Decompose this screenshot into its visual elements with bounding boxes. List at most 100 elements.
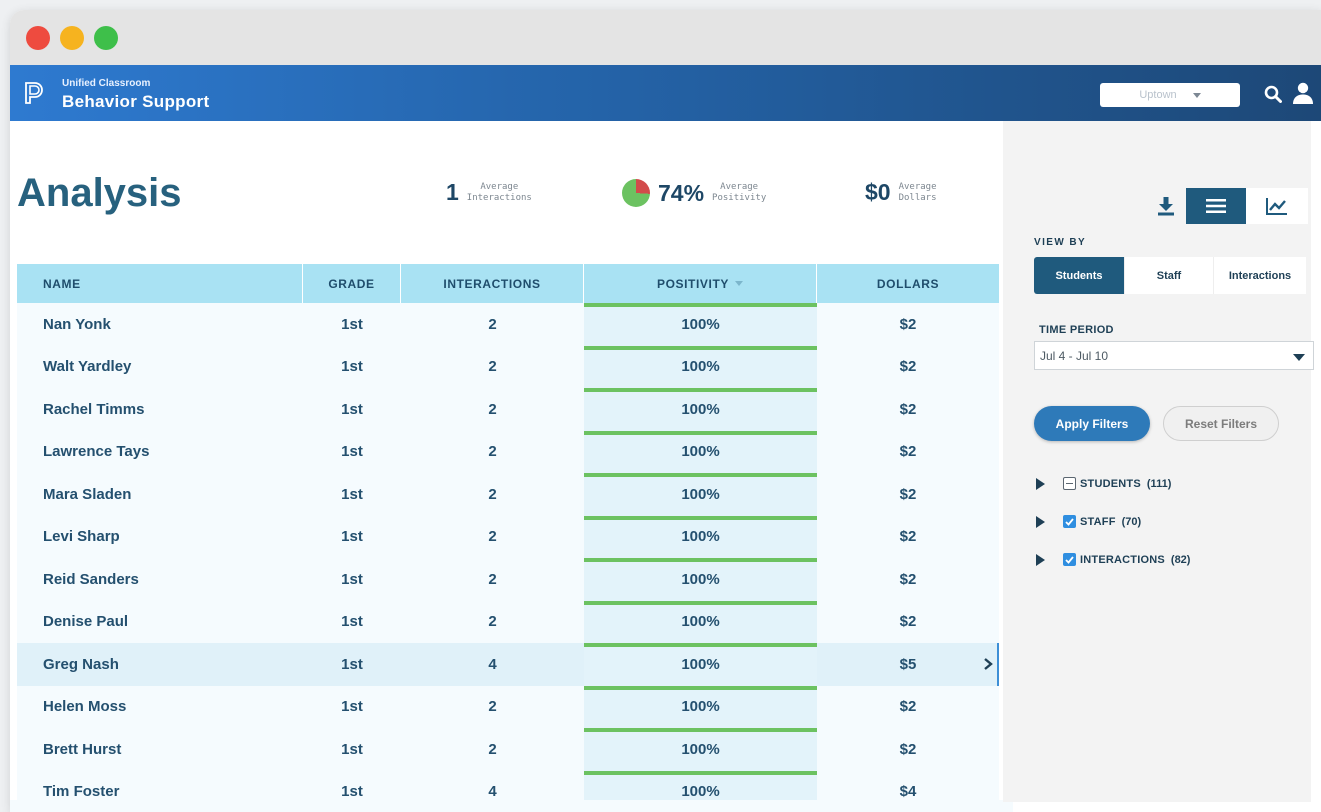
cell-grade-text: 1st xyxy=(341,613,363,631)
cell-dollars-text: $2 xyxy=(899,528,917,546)
column-header-dollars[interactable]: DOLLARS xyxy=(817,264,999,303)
powerschool-logo-icon[interactable] xyxy=(24,81,44,105)
time-period-select[interactable]: Jul 4 - Jul 10 xyxy=(1034,341,1314,370)
stat-value: $0 xyxy=(865,179,891,205)
stat-average-positivity: 74% Average Positivity xyxy=(622,179,766,207)
download-icon[interactable] xyxy=(1157,196,1175,216)
filter-count: (70) xyxy=(1121,515,1142,528)
column-header-positivity[interactable]: POSITIVITY xyxy=(584,264,817,303)
expand-arrow-icon[interactable] xyxy=(1036,553,1045,566)
cell-dollars-text: $5 xyxy=(899,655,917,673)
table-row[interactable]: Walt Yardley 1st 2 100% $2 xyxy=(17,345,999,389)
filter-group-staff[interactable]: STAFF (70) xyxy=(1036,515,1141,528)
cell-grade: 1st xyxy=(303,303,401,346)
column-header-grade[interactable]: GRADE xyxy=(303,264,401,303)
reset-filters-button[interactable]: Reset Filters xyxy=(1163,406,1279,441)
table-row[interactable]: Helen Moss 1st 2 100% $2 xyxy=(17,685,999,729)
cell-dollars-text: $2 xyxy=(899,358,917,376)
view-by-students-button[interactable]: Students xyxy=(1034,257,1124,294)
table-row[interactable]: Reid Sanders 1st 2 100% $2 xyxy=(17,558,999,601)
cell-name-text: Brett Hurst xyxy=(43,740,122,758)
stat-label: Average Positivity xyxy=(712,182,767,203)
filter-label: INTERACTIONS xyxy=(1080,553,1165,566)
app-header: Unified Classroom Behavior Support Uptow… xyxy=(10,65,1321,121)
cell-grade: 1st xyxy=(303,686,401,729)
cell-name-text: Lawrence Tays xyxy=(43,443,150,461)
filter-count: (111) xyxy=(1146,477,1172,490)
minimize-window-button[interactable] xyxy=(60,26,84,50)
positivity-bar xyxy=(584,473,817,477)
view-by-interactions-button[interactable]: Interactions xyxy=(1213,257,1306,294)
cell-name: Nan Yonk xyxy=(17,303,303,346)
filter-count: (82) xyxy=(1170,553,1191,566)
chevron-right-icon[interactable] xyxy=(983,658,993,670)
close-window-button[interactable] xyxy=(26,26,50,50)
expand-arrow-icon[interactable] xyxy=(1036,515,1045,528)
expand-arrow-icon[interactable] xyxy=(1036,477,1045,490)
chart-view-button[interactable] xyxy=(1246,188,1308,224)
cell-positivity: 100% xyxy=(584,430,817,473)
column-header-interactions[interactable]: INTERACTIONS xyxy=(401,264,584,303)
table-row[interactable]: Denise Paul 1st 2 100% $2 xyxy=(17,600,999,644)
cell-name-text: Mara Sladen xyxy=(43,485,132,503)
cell-interactions: 2 xyxy=(401,473,584,516)
cell-name: Lawrence Tays xyxy=(17,431,303,474)
cell-grade-text: 1st xyxy=(341,570,363,588)
list-view-button[interactable] xyxy=(1186,188,1246,224)
apply-filters-button[interactable]: Apply Filters xyxy=(1034,406,1150,441)
table-row[interactable]: Rachel Timms 1st 2 100% $2 xyxy=(17,388,999,431)
school-select[interactable]: Uptown xyxy=(1100,83,1240,107)
table-row[interactable]: Mara Sladen 1st 2 100% $2 xyxy=(17,473,999,516)
cell-dollars-text: $2 xyxy=(899,485,917,503)
positivity-bar xyxy=(584,770,817,775)
cell-name: Greg Nash xyxy=(17,643,303,686)
column-header-name[interactable]: NAME xyxy=(17,264,303,303)
cell-name-text: Greg Nash xyxy=(43,655,119,673)
table-header: NAME GRADE INTERACTIONS POSITIVITY DOLLA… xyxy=(17,264,999,303)
cell-positivity-text: 100% xyxy=(681,485,720,503)
cell-grade-text: 1st xyxy=(341,740,363,758)
cell-positivity-text: 100% xyxy=(681,400,720,418)
positivity-bar xyxy=(584,515,817,520)
maximize-window-button[interactable] xyxy=(94,26,118,50)
filter-group-interactions[interactable]: INTERACTIONS (82) xyxy=(1036,553,1190,566)
analysis-table: NAME GRADE INTERACTIONS POSITIVITY DOLLA… xyxy=(17,264,999,812)
students-checkbox[interactable] xyxy=(1063,477,1076,490)
positivity-pie-icon xyxy=(622,179,650,207)
staff-checkbox[interactable] xyxy=(1063,515,1076,528)
cell-dollars: $2 xyxy=(817,346,999,389)
table-row[interactable]: Levi Sharp 1st 2 100% $2 xyxy=(17,515,999,559)
chevron-down-icon xyxy=(1293,354,1305,361)
table-row[interactable]: Greg Nash 1st 4 100% $5 xyxy=(17,643,999,686)
checkmark-icon xyxy=(1065,517,1074,526)
view-by-staff-button[interactable]: Staff xyxy=(1124,257,1213,294)
cell-name-text: Walt Yardley xyxy=(43,358,132,376)
list-icon xyxy=(1206,199,1226,213)
table-row[interactable]: Nan Yonk 1st 2 100% $2 xyxy=(17,303,999,346)
table-row[interactable]: Lawrence Tays 1st 2 100% $2 xyxy=(17,430,999,474)
cell-grade-text: 1st xyxy=(341,655,363,673)
cell-grade: 1st xyxy=(303,601,401,644)
cell-interactions-text: 2 xyxy=(488,570,497,588)
cell-grade-text: 1st xyxy=(341,443,363,461)
cell-grade: 1st xyxy=(303,431,401,474)
cell-dollars-text: $4 xyxy=(899,783,917,801)
filter-label: STUDENTS xyxy=(1080,477,1141,490)
table-body: Nan Yonk 1st 2 100% $2 Walt Yardley 1st 2 100% $2… xyxy=(17,303,999,812)
search-icon[interactable] xyxy=(1264,85,1282,103)
cell-dollars: $2 xyxy=(817,558,999,601)
cell-name-text: Reid Sanders xyxy=(43,570,139,588)
chevron-down-icon xyxy=(1192,92,1201,98)
cell-grade: 1st xyxy=(303,516,401,559)
table-row[interactable]: Brett Hurst 1st 2 100% $2 xyxy=(17,728,999,771)
cell-positivity-text: 100% xyxy=(681,443,720,461)
time-period-value: Jul 4 - Jul 10 xyxy=(1040,348,1109,363)
cell-interactions-text: 2 xyxy=(488,698,497,716)
cell-grade-text: 1st xyxy=(341,698,363,716)
cell-interactions-text: 2 xyxy=(488,613,497,631)
interactions-checkbox[interactable] xyxy=(1063,553,1076,566)
cell-name: Levi Sharp xyxy=(17,516,303,559)
cell-interactions-text: 2 xyxy=(488,358,497,376)
user-icon[interactable] xyxy=(1292,82,1314,104)
filter-group-students[interactable]: STUDENTS (111) xyxy=(1036,477,1171,490)
